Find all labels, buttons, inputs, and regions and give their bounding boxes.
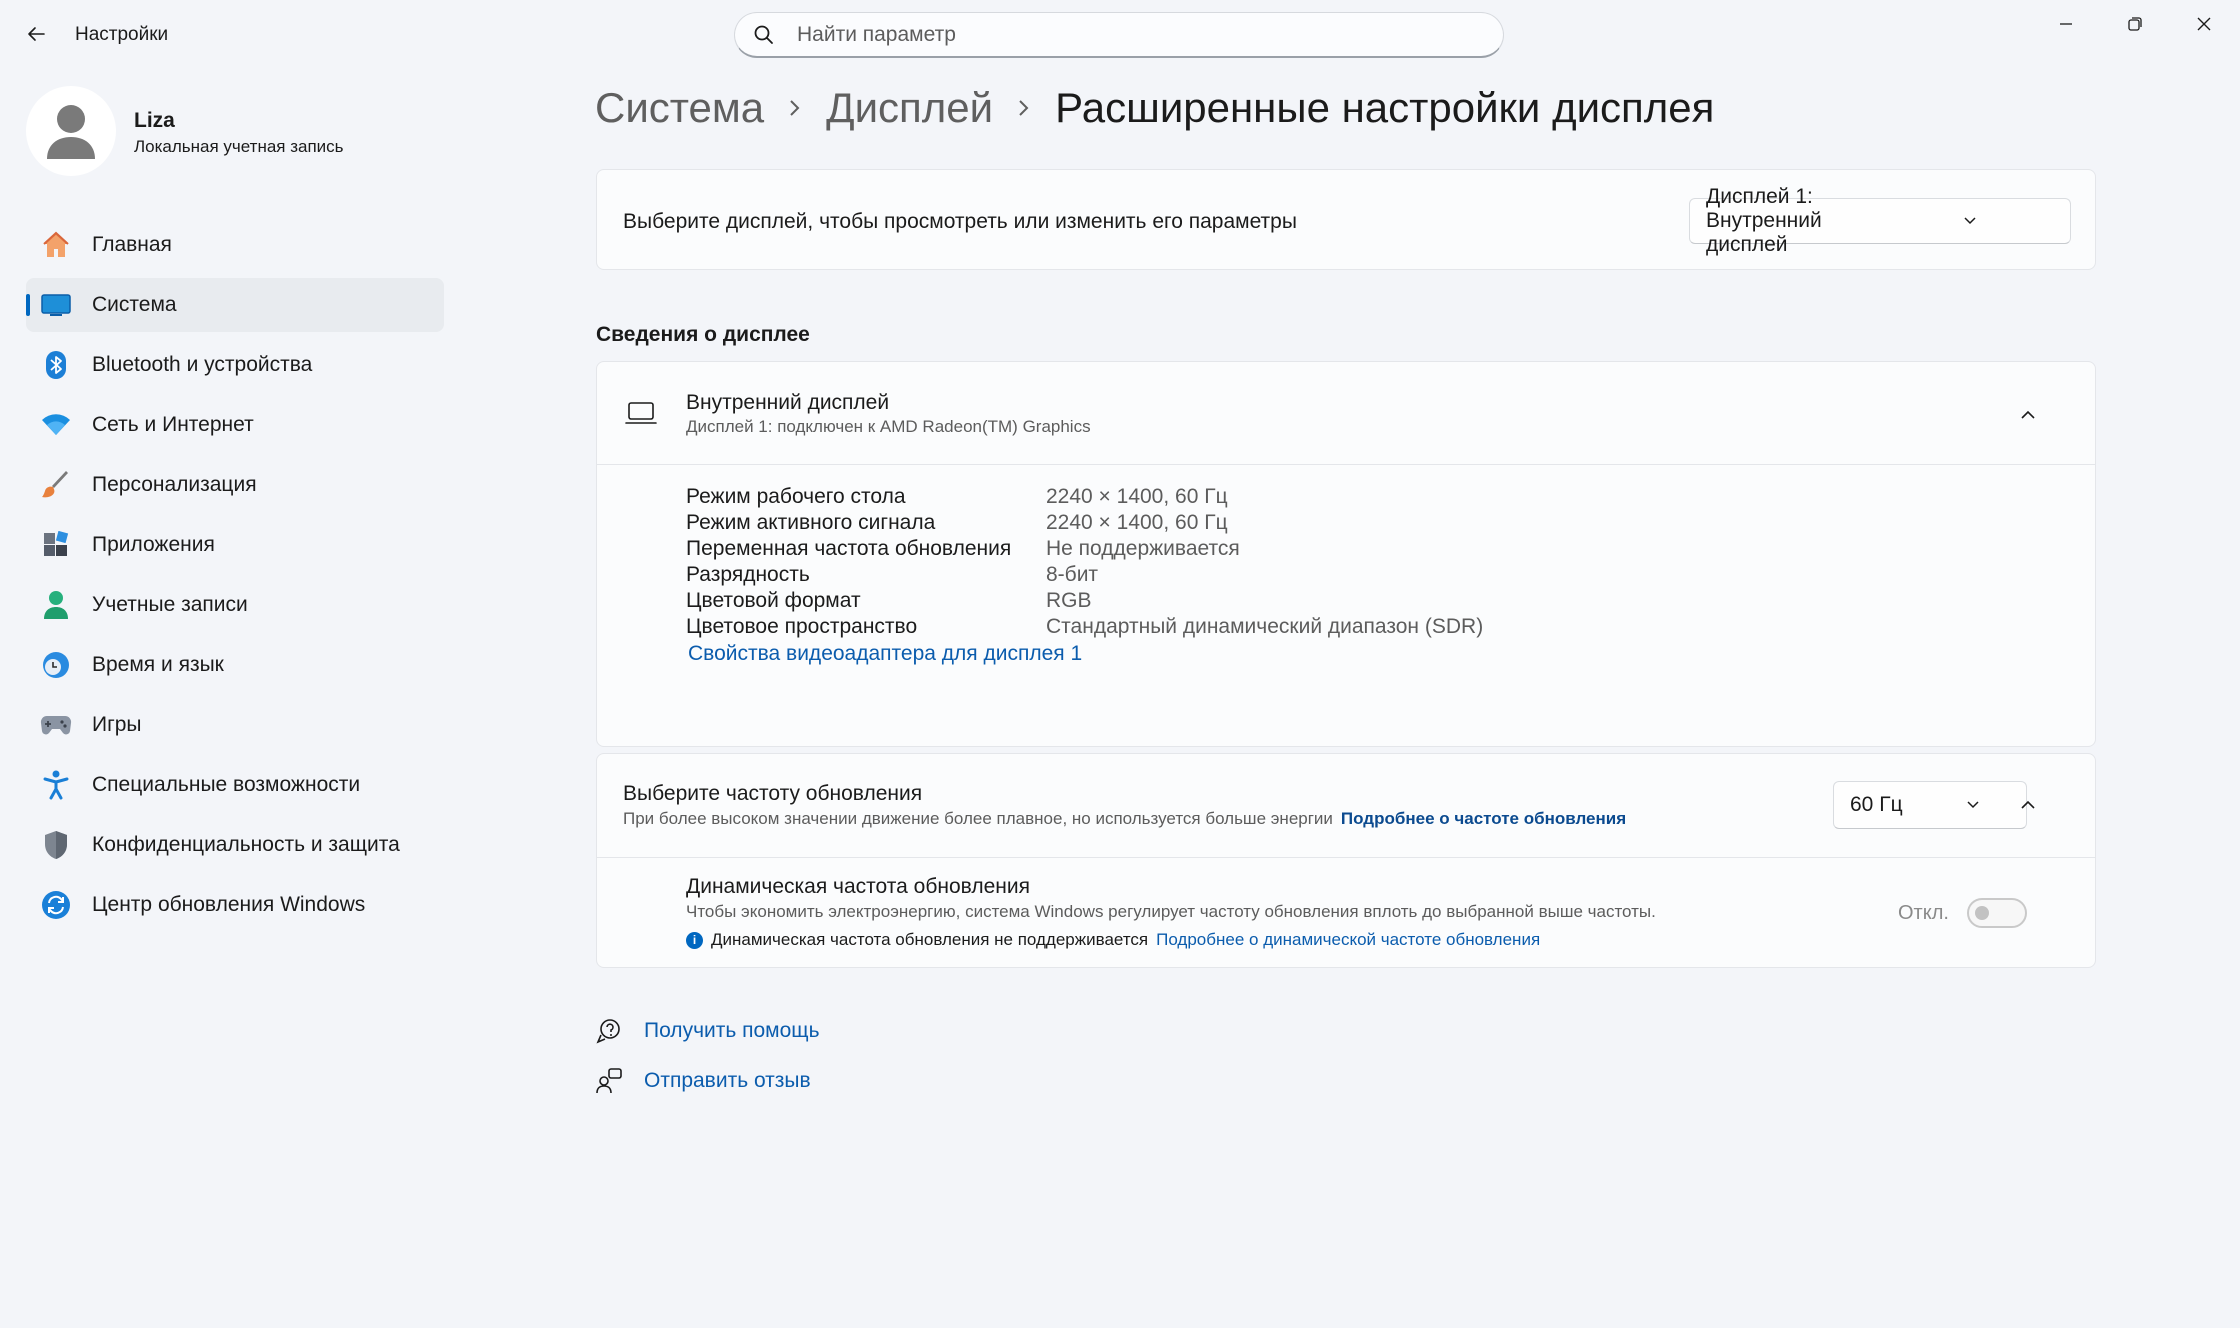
sidebar-item-windows-update[interactable]: Центр обновления Windows xyxy=(26,878,444,932)
sidebar-item-accessibility[interactable]: Специальные возможности xyxy=(26,758,444,812)
chevron-right-icon xyxy=(1017,98,1031,118)
display-info-card: Внутренний дисплей Дисплей 1: подключен … xyxy=(596,361,2096,747)
back-button[interactable] xyxy=(18,16,54,52)
back-arrow-icon xyxy=(28,27,45,41)
dynamic-refresh-toggle[interactable] xyxy=(1967,898,2027,928)
info-label: Цветовое пространство xyxy=(686,615,918,638)
sidebar-item-home[interactable]: Главная xyxy=(26,218,444,272)
help-chat-icon xyxy=(596,1019,620,1044)
sidebar-item-bluetooth[interactable]: Bluetooth и устройства xyxy=(26,338,444,392)
account-type: Локальная учетная запись xyxy=(134,137,344,156)
update-icon xyxy=(40,889,72,921)
search-icon xyxy=(754,25,773,44)
sidebar-item-apps[interactable]: Приложения xyxy=(26,518,444,572)
restore-icon xyxy=(2128,17,2142,31)
info-label: Режим рабочего стола xyxy=(686,485,906,508)
dynamic-refresh-notice: i Динамическая частота обновления не под… xyxy=(686,930,1540,950)
dynamic-refresh-learn-more-link[interactable]: Подробнее о динамической частоте обновле… xyxy=(1156,930,1540,950)
user-name: Liza xyxy=(134,109,175,132)
info-label: Режим активного сигнала xyxy=(686,511,936,534)
sidebar-item-gaming[interactable]: Игры xyxy=(26,698,444,752)
chevron-up-icon xyxy=(2021,800,2035,809)
display-select-label: Выберите дисплей, чтобы просмотреть или … xyxy=(623,210,1297,233)
chevron-down-icon xyxy=(1887,216,2052,226)
refresh-rate-card: Выберите частоту обновления При более вы… xyxy=(596,753,2096,968)
display-name: Внутренний дисплей xyxy=(686,391,890,414)
brush-icon xyxy=(40,469,72,501)
info-value: Не поддерживается xyxy=(1046,537,1240,560)
refresh-rate-learn-more-link[interactable]: Подробнее о частоте обновления xyxy=(1341,809,1626,828)
sidebar-item-system[interactable]: Система xyxy=(26,278,444,332)
collapse-button[interactable] xyxy=(2013,790,2043,820)
breadcrumb-display[interactable]: Дисплей xyxy=(826,84,993,132)
sidebar-item-accounts[interactable]: Учетные записи xyxy=(26,578,444,632)
search-input[interactable] xyxy=(795,21,1479,48)
info-label: Разрядность xyxy=(686,563,810,586)
restore-button[interactable] xyxy=(2101,0,2169,48)
wifi-icon xyxy=(40,409,72,441)
info-value: 2240 × 1400, 60 Гц xyxy=(1046,485,1228,508)
app-title: Настройки xyxy=(75,24,169,45)
chevron-up-icon xyxy=(2021,410,2035,419)
minimize-icon xyxy=(2060,23,2072,25)
display-info-header[interactable]: Внутренний дисплей Дисплей 1: подключен … xyxy=(597,362,2095,465)
apps-icon xyxy=(40,529,72,561)
accessibility-icon xyxy=(40,769,72,801)
sidebar-item-network[interactable]: Сеть и Интернет xyxy=(26,398,444,452)
gamepad-icon xyxy=(40,709,72,741)
collapse-button[interactable] xyxy=(2013,400,2043,430)
display-select-card: Выберите дисплей, чтобы просмотреть или … xyxy=(596,169,2096,270)
info-icon: i xyxy=(686,931,703,949)
toggle-state-label: Откл. xyxy=(1898,902,1949,924)
sidebar-item-personalization[interactable]: Персонализация xyxy=(26,458,444,512)
avatar[interactable] xyxy=(26,86,116,176)
info-label: Переменная частота обновления xyxy=(686,537,1012,560)
page-title: Расширенные настройки дисплея xyxy=(1055,84,1715,131)
chevron-down-icon xyxy=(1937,800,2008,810)
person-icon xyxy=(40,589,72,621)
dynamic-refresh-title: Динамическая частота обновления xyxy=(686,875,1030,898)
toggle-knob xyxy=(1975,906,1989,920)
refresh-rate-title: Выберите частоту обновления xyxy=(623,782,923,805)
laptop-icon xyxy=(625,400,657,431)
display-connection: Дисплей 1: подключен к AMD Radeon(TM) Gr… xyxy=(686,417,1091,436)
dynamic-refresh-subtitle: Чтобы экономить электроэнергию, система … xyxy=(686,902,1656,921)
info-value: 8-бит xyxy=(1046,563,1099,586)
breadcrumb: Система Дисплей Расширенные настройки ди… xyxy=(595,84,1714,132)
info-label: Цветовой формат xyxy=(686,589,861,612)
home-icon xyxy=(40,229,72,261)
system-display-icon xyxy=(40,289,72,321)
display-select-dropdown[interactable]: Дисплей 1: Внутренний дисплей xyxy=(1689,185,2071,256)
get-help-link[interactable]: Получить помощь xyxy=(596,1018,820,1044)
minimize-button[interactable] xyxy=(2032,0,2100,48)
search-box[interactable] xyxy=(734,12,1504,58)
refresh-rate-subtitle: При более высоком значении движение боле… xyxy=(623,809,1627,828)
section-title-display-info: Сведения о дисплее xyxy=(596,323,810,346)
breadcrumb-system[interactable]: Система xyxy=(595,84,764,132)
bluetooth-icon xyxy=(40,349,72,381)
chevron-right-icon xyxy=(788,98,802,118)
close-button[interactable] xyxy=(2170,0,2238,48)
close-icon xyxy=(2197,17,2211,31)
info-value: Стандартный динамический диапазон (SDR) xyxy=(1046,615,1484,638)
info-value: 2240 × 1400, 60 Гц xyxy=(1046,511,1228,534)
sidebar-nav: Главная Система Bluetooth и устройства С… xyxy=(26,218,444,938)
refresh-rate-dropdown[interactable]: 60 Гц xyxy=(1833,781,2027,829)
adapter-properties-link[interactable]: Свойства видеоадаптера для дисплея 1 xyxy=(688,642,1082,666)
feedback-icon xyxy=(596,1068,622,1094)
refresh-rate-header: Выберите частоту обновления При более вы… xyxy=(597,754,2095,858)
person-icon xyxy=(47,105,95,159)
send-feedback-link[interactable]: Отправить отзыв xyxy=(596,1068,811,1094)
clock-globe-icon xyxy=(40,649,72,681)
shield-icon xyxy=(40,829,72,861)
sidebar-item-privacy[interactable]: Конфиденциальность и защита xyxy=(26,818,444,872)
info-value: RGB xyxy=(1046,589,1092,612)
sidebar-item-time-language[interactable]: Время и язык xyxy=(26,638,444,692)
